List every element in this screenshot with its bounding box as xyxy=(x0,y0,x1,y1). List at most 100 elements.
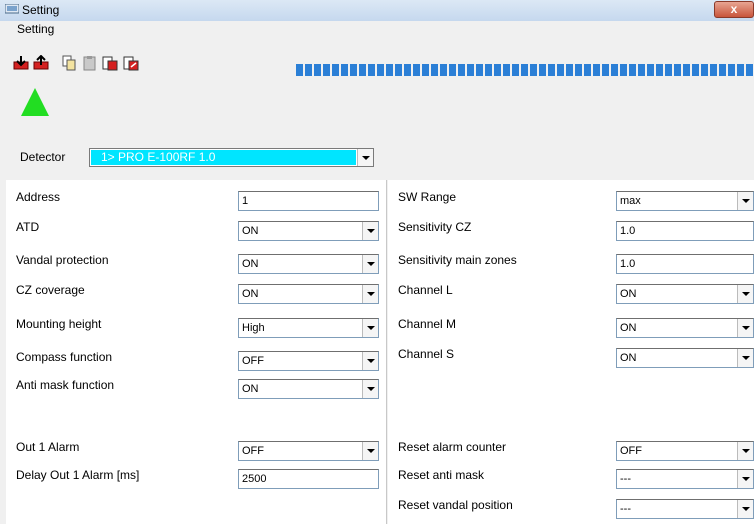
close-button[interactable]: x xyxy=(714,1,754,18)
progress-segment xyxy=(413,64,420,76)
left-label-1: ATD xyxy=(16,220,40,234)
right-label-4: Channel M xyxy=(398,317,457,331)
save-file-icon[interactable] xyxy=(102,55,118,71)
left-select-7[interactable]: OFF xyxy=(238,441,379,461)
chevron-down-icon[interactable] xyxy=(737,500,753,518)
progress-segment xyxy=(575,64,582,76)
copy-icon[interactable] xyxy=(61,55,77,71)
progress-segment xyxy=(404,64,411,76)
progress-segment xyxy=(737,64,744,76)
chevron-down-icon[interactable] xyxy=(737,319,753,337)
export-red-icon[interactable] xyxy=(33,55,49,71)
right-select-4[interactable]: ON xyxy=(616,318,754,338)
left-label-7: Out 1 Alarm xyxy=(16,440,80,454)
right-label-3: Channel L xyxy=(398,283,453,297)
left-label-3: CZ coverage xyxy=(16,283,85,297)
right-value-0: max xyxy=(620,195,641,207)
progress-segment xyxy=(449,64,456,76)
progress-segment xyxy=(503,64,510,76)
progress-segment xyxy=(521,64,528,76)
progress-segment xyxy=(512,64,519,76)
left-select-6[interactable]: ON xyxy=(238,379,379,399)
chevron-down-icon[interactable] xyxy=(737,442,753,460)
menu-setting[interactable]: Setting xyxy=(17,22,54,36)
right-select-7[interactable]: --- xyxy=(616,469,754,489)
left-input-0[interactable]: 1 xyxy=(238,191,379,211)
progress-segment xyxy=(314,64,321,76)
progress-segment xyxy=(746,64,753,76)
chevron-down-icon[interactable] xyxy=(362,352,378,370)
import-red-icon[interactable] xyxy=(13,55,29,71)
left-value-5: OFF xyxy=(242,355,264,367)
right-value-6: OFF xyxy=(620,445,642,457)
left-value-6: ON xyxy=(242,383,259,395)
progress-segment xyxy=(458,64,465,76)
left-select-5[interactable]: OFF xyxy=(238,351,379,371)
settings-app-icon xyxy=(5,4,19,14)
left-value-2: ON xyxy=(242,258,259,270)
progress-segment xyxy=(719,64,726,76)
detector-value: 1> PRO E-100RF 1.0 xyxy=(91,150,356,165)
left-select-1[interactable]: ON xyxy=(238,221,379,241)
right-label-8: Reset vandal position xyxy=(398,498,513,512)
chevron-down-icon[interactable] xyxy=(362,285,378,303)
chevron-down-icon[interactable] xyxy=(357,149,373,166)
progress-segment xyxy=(395,64,402,76)
progress-segment xyxy=(476,64,483,76)
left-select-2[interactable]: ON xyxy=(238,254,379,274)
progress-segment xyxy=(386,64,393,76)
progress-segment xyxy=(728,64,735,76)
right-select-0[interactable]: max xyxy=(616,191,754,211)
progress-segment xyxy=(359,64,366,76)
left-label-4: Mounting height xyxy=(16,317,102,331)
load-file-icon[interactable] xyxy=(123,55,139,71)
chevron-down-icon[interactable] xyxy=(737,192,753,210)
progress-segment xyxy=(656,64,663,76)
chevron-down-icon[interactable] xyxy=(362,380,378,398)
right-label-0: SW Range xyxy=(398,190,457,204)
paste-icon[interactable] xyxy=(82,55,98,71)
progress-segment xyxy=(548,64,555,76)
chevron-down-icon[interactable] xyxy=(737,285,753,303)
detector-select[interactable]: 1> PRO E-100RF 1.0 xyxy=(89,148,374,167)
left-value-0: 1 xyxy=(242,195,249,207)
right-select-6[interactable]: OFF xyxy=(616,441,754,461)
progress-segment xyxy=(296,64,303,76)
right-value-1: 1.0 xyxy=(620,225,636,237)
progress-segment xyxy=(593,64,600,76)
chevron-down-icon[interactable] xyxy=(362,319,378,337)
progress-segment xyxy=(539,64,546,76)
left-value-7: OFF xyxy=(242,445,264,457)
left-select-3[interactable]: ON xyxy=(238,284,379,304)
left-select-4[interactable]: High xyxy=(238,318,379,338)
right-value-2: 1.0 xyxy=(620,258,636,270)
progress-segment xyxy=(674,64,681,76)
chevron-down-icon[interactable] xyxy=(362,255,378,273)
right-input-1[interactable]: 1.0 xyxy=(616,221,754,241)
left-label-6: Anti mask function xyxy=(16,378,115,392)
right-label-6: Reset alarm counter xyxy=(398,440,507,454)
left-label-0: Address xyxy=(16,190,61,204)
chevron-down-icon[interactable] xyxy=(362,442,378,460)
progress-bar xyxy=(296,64,754,76)
right-select-3[interactable]: ON xyxy=(616,284,754,304)
right-value-5: ON xyxy=(620,352,637,364)
chevron-down-icon[interactable] xyxy=(737,349,753,367)
right-select-5[interactable]: ON xyxy=(616,348,754,368)
progress-segment xyxy=(332,64,339,76)
chevron-down-icon[interactable] xyxy=(362,222,378,240)
left-value-1: ON xyxy=(242,225,259,237)
title-bar: Setting x xyxy=(0,0,754,22)
right-input-2[interactable]: 1.0 xyxy=(616,254,754,274)
progress-segment xyxy=(377,64,384,76)
progress-segment xyxy=(341,64,348,76)
left-settings-panel: Address 1 ATD ON Vandal protection ON CZ cover… xyxy=(6,180,387,524)
chevron-down-icon[interactable] xyxy=(737,470,753,488)
progress-segment xyxy=(485,64,492,76)
left-input-8[interactable]: 2500 xyxy=(238,469,379,489)
window-title: Setting xyxy=(22,3,60,17)
right-select-8[interactable]: --- xyxy=(616,499,754,519)
progress-segment xyxy=(602,64,609,76)
progress-segment xyxy=(566,64,573,76)
right-label-5: Channel S xyxy=(398,347,455,361)
